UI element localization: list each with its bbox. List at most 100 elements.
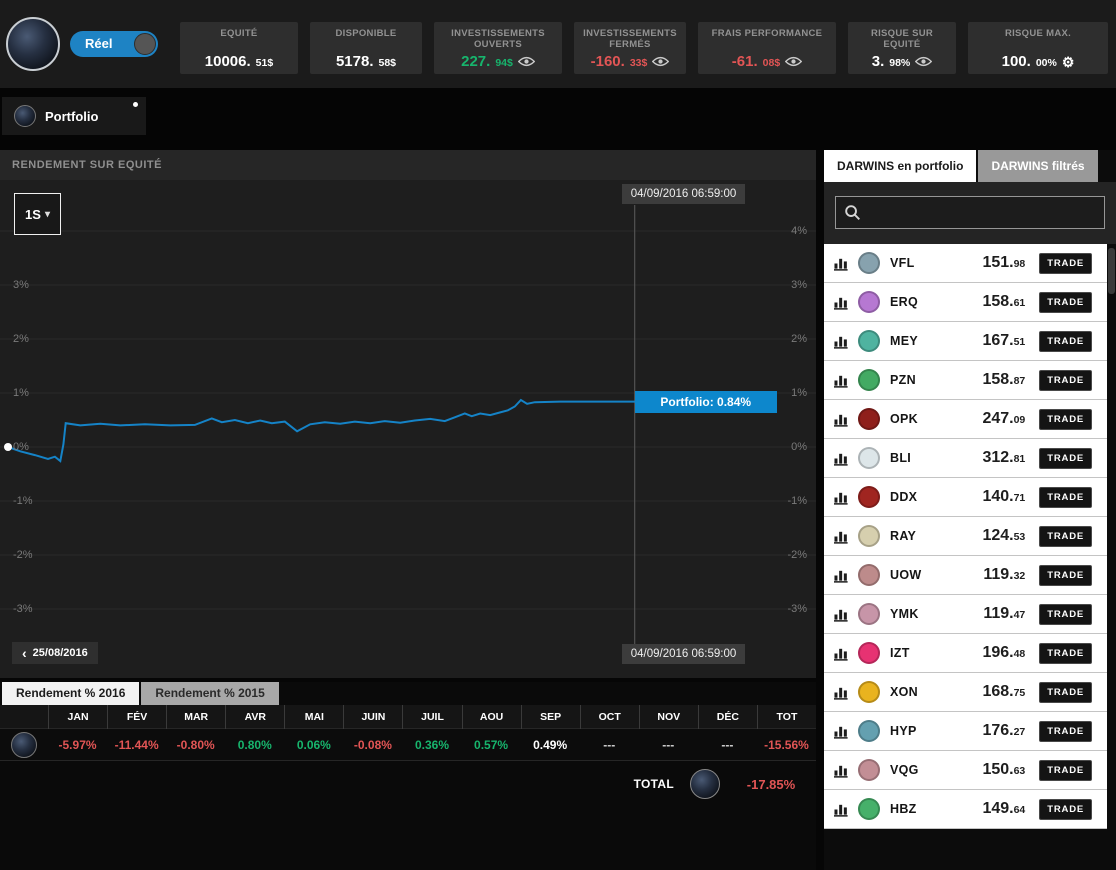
- darwin-avatar: [858, 486, 880, 508]
- trade-button[interactable]: TRADE: [1039, 682, 1092, 703]
- tab-portfolio[interactable]: Portfolio: [2, 97, 146, 135]
- return-line-chart[interactable]: [0, 180, 816, 678]
- y-axis-tick: 0%: [791, 440, 807, 454]
- tab-darwins-filtered[interactable]: DARWINS filtrés: [978, 150, 1097, 182]
- eye-icon[interactable]: [915, 56, 932, 67]
- date-back-button[interactable]: ‹ 25/08/2016: [12, 642, 98, 664]
- darwin-price: 312.81: [961, 449, 1025, 467]
- tab-darwins-portfolio[interactable]: DARWINS en portfolio: [824, 150, 976, 182]
- darwin-row[interactable]: BLI 312.81 TRADE: [824, 439, 1107, 478]
- returns-row-avatar-cell: [0, 732, 48, 758]
- stat-box: RISQUE MAX. 100.00%⚙: [968, 22, 1108, 74]
- bar-chart-icon[interactable]: [834, 724, 849, 739]
- trade-button[interactable]: TRADE: [1039, 526, 1092, 547]
- trade-button[interactable]: TRADE: [1039, 760, 1092, 781]
- darwin-avatar: [858, 759, 880, 781]
- tab-returns-2016[interactable]: Rendement % 2016: [2, 682, 139, 705]
- eye-icon[interactable]: [652, 56, 669, 67]
- darwin-price: 247.09: [961, 410, 1025, 428]
- y-axis-tick: -3%: [13, 602, 33, 616]
- bar-chart-icon[interactable]: [834, 412, 849, 427]
- price-dec: 51: [1014, 336, 1026, 348]
- user-avatar[interactable]: [6, 17, 60, 71]
- returns-value-row: -5.97%-11.44%-0.80%0.80%0.06%-0.08%0.36%…: [0, 729, 816, 761]
- trade-button[interactable]: TRADE: [1039, 604, 1092, 625]
- bar-chart-icon[interactable]: [834, 568, 849, 583]
- price-int: 151.: [982, 254, 1013, 271]
- returns-cell: 0.06%: [284, 738, 343, 752]
- darwin-row[interactable]: HYP 176.27 TRADE: [824, 712, 1107, 751]
- returns-cell: -0.08%: [343, 738, 402, 752]
- bar-chart-icon[interactable]: [834, 256, 849, 271]
- bar-chart-icon[interactable]: [834, 646, 849, 661]
- darwin-row[interactable]: VFL 151.98 TRADE: [824, 244, 1107, 283]
- trade-button[interactable]: TRADE: [1039, 370, 1092, 391]
- price-int: 247.: [982, 410, 1013, 427]
- stat-label: EQUITÉ: [220, 28, 257, 39]
- darwin-price: 158.61: [961, 293, 1025, 311]
- y-axis-tick: 2%: [791, 332, 807, 346]
- real-account-toggle[interactable]: Réel: [70, 31, 158, 57]
- trade-button[interactable]: TRADE: [1039, 487, 1092, 508]
- returns-column-header: DÉC: [698, 705, 757, 729]
- trade-button[interactable]: TRADE: [1039, 409, 1092, 430]
- darwin-row[interactable]: OPK 247.09 TRADE: [824, 400, 1107, 439]
- darwin-row[interactable]: XON 168.75 TRADE: [824, 673, 1107, 712]
- returns-cell: 0.80%: [225, 738, 284, 752]
- darwin-row[interactable]: MEY 167.51 TRADE: [824, 322, 1107, 361]
- portfolio-avatar: [690, 769, 720, 799]
- bar-chart-icon[interactable]: [834, 529, 849, 544]
- darwins-panel: DARWINS en portfolio DARWINS filtrés VFL…: [824, 150, 1116, 870]
- y-axis-tick: -3%: [787, 602, 807, 616]
- search-input[interactable]: [835, 196, 1105, 229]
- price-int: 119.: [983, 605, 1013, 622]
- value-dec: 94$: [495, 57, 513, 69]
- returns-column-header: OCT: [580, 705, 639, 729]
- darwin-row[interactable]: UOW 119.32 TRADE: [824, 556, 1107, 595]
- stat-value: -61.08$: [732, 53, 802, 70]
- bar-chart-icon[interactable]: [834, 334, 849, 349]
- bar-chart-icon[interactable]: [834, 490, 849, 505]
- price-dec: 53: [1014, 531, 1026, 543]
- tab-returns-2015[interactable]: Rendement % 2015: [141, 682, 278, 705]
- value-dec: 51$: [256, 57, 274, 69]
- darwin-row[interactable]: YMK 119.47 TRADE: [824, 595, 1107, 634]
- bar-chart-icon[interactable]: [834, 607, 849, 622]
- bar-chart-icon[interactable]: [834, 763, 849, 778]
- bar-chart-icon[interactable]: [834, 802, 849, 817]
- darwin-price: 150.63: [961, 761, 1025, 779]
- chart-body[interactable]: 1S ▾ 04/09/2016 06:59:00 04/09/2016 06:5…: [0, 180, 816, 678]
- trade-button[interactable]: TRADE: [1039, 799, 1092, 820]
- price-int: 149.: [982, 800, 1013, 817]
- stat-box: RISQUE SUR EQUITÉ 3.98%: [848, 22, 956, 74]
- darwin-row[interactable]: RAY 124.53 TRADE: [824, 517, 1107, 556]
- trade-button[interactable]: TRADE: [1039, 721, 1092, 742]
- price-dec: 09: [1014, 414, 1026, 426]
- trade-button[interactable]: TRADE: [1039, 565, 1092, 586]
- bar-chart-icon[interactable]: [834, 685, 849, 700]
- eye-icon[interactable]: [785, 56, 802, 67]
- trade-button[interactable]: TRADE: [1039, 292, 1092, 313]
- top-header: Réel EQUITÉ 10006.51$ DISPONIBLE 5178.58…: [0, 0, 1116, 88]
- trade-button[interactable]: TRADE: [1039, 253, 1092, 274]
- trade-button[interactable]: TRADE: [1039, 448, 1092, 469]
- app-root: Réel EQUITÉ 10006.51$ DISPONIBLE 5178.58…: [0, 0, 1116, 870]
- darwin-row[interactable]: DDX 140.71 TRADE: [824, 478, 1107, 517]
- darwin-row[interactable]: VQG 150.63 TRADE: [824, 751, 1107, 790]
- bar-chart-icon[interactable]: [834, 451, 849, 466]
- bar-chart-icon[interactable]: [834, 295, 849, 310]
- eye-icon[interactable]: [518, 56, 535, 67]
- darwin-row[interactable]: IZT 196.48 TRADE: [824, 634, 1107, 673]
- returns-column-header: AVR: [225, 705, 284, 729]
- darwin-row[interactable]: PZN 158.87 TRADE: [824, 361, 1107, 400]
- scrollbar-thumb[interactable]: [1108, 248, 1115, 294]
- period-selector[interactable]: 1S ▾: [14, 193, 61, 235]
- trade-button[interactable]: TRADE: [1039, 331, 1092, 352]
- darwin-row[interactable]: HBZ 149.64 TRADE: [824, 790, 1107, 829]
- bar-chart-icon[interactable]: [834, 373, 849, 388]
- gear-icon[interactable]: ⚙: [1062, 57, 1075, 67]
- darwin-avatar: [858, 447, 880, 469]
- returns-column-header: NOV: [639, 705, 698, 729]
- darwin-row[interactable]: ERQ 158.61 TRADE: [824, 283, 1107, 322]
- trade-button[interactable]: TRADE: [1039, 643, 1092, 664]
